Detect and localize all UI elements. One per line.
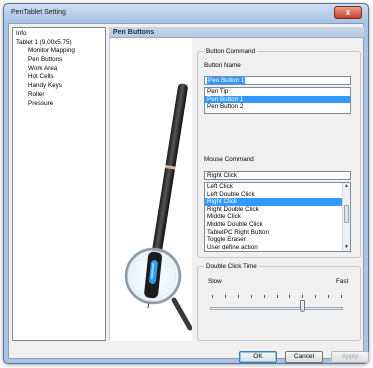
apply-button: Apply (331, 351, 369, 363)
title-bar: PenTablet Setting x (4, 4, 368, 22)
mouse-list-scrollbar[interactable]: ▲ ▼ (342, 183, 350, 251)
list-item[interactable]: TabletPC Right Button (205, 229, 342, 237)
double-click-group: Double Click Time Slow Fast (197, 263, 361, 341)
tree-item[interactable]: Hot Cells (15, 73, 103, 82)
settings-window: PenTablet Setting x Info Tablet 1 (9.00x5… (3, 3, 369, 364)
button-name-label: Button Name (204, 62, 241, 69)
button-list[interactable]: Pen Tip Pen Button 1 Pen Button 2 (204, 87, 351, 114)
close-icon: x (345, 8, 351, 17)
pen-illustration (109, 38, 192, 341)
scroll-up-icon[interactable]: ▲ (343, 183, 350, 190)
slider-tick (250, 295, 252, 298)
list-item[interactable]: Middle Click (205, 213, 342, 221)
slow-label: Slow (208, 278, 222, 285)
window-title: PenTablet Setting (11, 9, 66, 16)
list-item[interactable]: Pen Button 1 (205, 95, 350, 104)
list-item[interactable]: Right Click (205, 198, 342, 206)
double-click-slider[interactable] (210, 307, 343, 310)
close-button[interactable]: x (334, 6, 362, 19)
slider-tick (263, 295, 265, 298)
mouse-command-list[interactable]: Left Click Left Double Click Right Click Ri… (204, 182, 351, 252)
settings-tree: Info Tablet 1 (9.00x5.75) Monitor Mapping P… (12, 27, 106, 341)
tree-item[interactable]: Pressure (15, 100, 103, 109)
ok-button[interactable]: OK (239, 351, 277, 363)
list-item[interactable]: Pen Tip (205, 88, 350, 96)
slider-tick (237, 295, 239, 298)
slider-tick (224, 295, 226, 298)
mouse-command-field[interactable]: Right Click (204, 171, 351, 180)
fast-label: Fast (336, 278, 349, 285)
mouse-command-options: Left Click Left Double Click Right Click Ri… (205, 183, 342, 251)
slider-tick (341, 295, 342, 298)
tree-item[interactable]: Work Area (15, 65, 103, 74)
tree-item[interactable]: Pen Buttons (15, 56, 103, 65)
cancel-button[interactable]: Cancel (285, 351, 323, 363)
list-item[interactable]: Pen Button 2 (205, 103, 350, 111)
tree-item[interactable]: Info (15, 30, 103, 39)
scroll-down-icon[interactable]: ▼ (343, 244, 350, 251)
section-header: Pen Buttons (109, 27, 364, 38)
button-name-value: Pen Button 1 (207, 77, 246, 84)
double-click-label: Double Click Time (204, 263, 259, 270)
slider-tick (328, 295, 330, 298)
tree-item[interactable]: Monitor Mapping (15, 47, 103, 56)
mouse-command-value: Right Click (207, 172, 238, 179)
client-area: Info Tablet 1 (9.00x5.75) Monitor Mapping P… (8, 23, 369, 363)
list-item[interactable]: User define action (205, 244, 342, 251)
slider-tick (315, 295, 317, 298)
scroll-thumb[interactable] (344, 205, 349, 223)
slider-tick (302, 295, 304, 298)
slider-thumb[interactable] (299, 300, 305, 312)
list-item[interactable]: Left Click (205, 183, 342, 191)
tree-item[interactable]: Roller (15, 91, 103, 100)
list-item[interactable]: Middle Double Click (205, 221, 342, 229)
button-command-group: Button Command Button Name Pen Button 1 … (197, 48, 361, 258)
slider-tick (276, 295, 278, 298)
section-title: Pen Buttons (113, 28, 155, 36)
tree-item[interactable]: Tablet 1 (9.00x5.75) (15, 39, 103, 48)
button-command-label: Button Command (204, 48, 258, 55)
slider-tick (212, 295, 213, 298)
list-item[interactable]: Left Double Click (205, 191, 342, 199)
list-item[interactable]: Toggle Eraser (205, 236, 342, 244)
button-name-field[interactable]: Pen Button 1 (204, 76, 351, 85)
pen-image (124, 83, 192, 331)
tree-item[interactable]: Handy Keys (15, 82, 103, 91)
slider-tick (289, 295, 291, 298)
mouse-command-label: Mouse Command (204, 156, 254, 163)
list-item[interactable]: Right Double Click (205, 206, 342, 214)
